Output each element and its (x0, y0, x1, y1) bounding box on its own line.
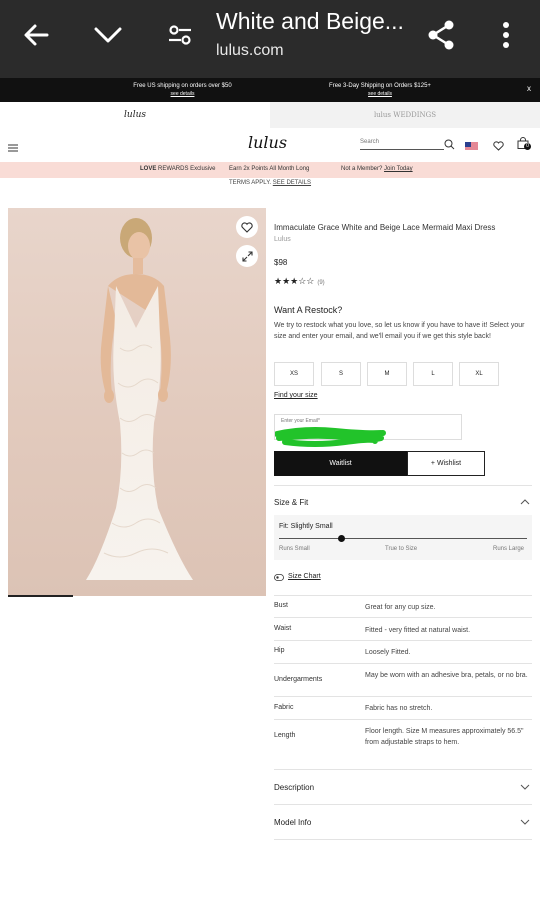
restock-title: Want A Restock? (274, 305, 343, 315)
size-fit-heading[interactable]: Size & Fit (274, 498, 308, 507)
size-option-xs[interactable]: XS (274, 362, 314, 386)
add-to-wishlist-button[interactable]: + Wishlist (407, 451, 485, 476)
rating-stars[interactable]: ★★★☆☆ (9) (274, 276, 532, 287)
hamburger-menu-icon[interactable] (8, 139, 18, 157)
see-details-link[interactable]: see details (310, 90, 450, 98)
us-flag-icon[interactable] (465, 138, 478, 156)
tab-lulus[interactable]: lulus (0, 102, 270, 128)
fit-scale-label-large: Runs Large (493, 546, 525, 552)
product-brand[interactable]: Lulus (274, 236, 532, 243)
brand-tabs: lulus lulus WEDDINGS (0, 102, 540, 128)
restock-description: We try to restock what you love, so let … (274, 322, 525, 340)
page-url: lulus.com (216, 42, 284, 59)
image-carousel-indicator (8, 595, 73, 597)
size-option-s[interactable]: S (321, 362, 361, 386)
terms-line: TERMS APPLY. SEE DETAILS (228, 180, 312, 186)
member-prompt: Not a Member? Join Today (341, 166, 413, 172)
page-title: White and Beige... (216, 8, 404, 34)
us-shipping-promo: Free US shipping on orders over $50 see … (110, 82, 255, 98)
search-icon[interactable] (444, 137, 455, 155)
tab-lulus-weddings[interactable]: lulus WEDDINGS (270, 102, 540, 128)
fit-label: Fit: Slightly Small (279, 523, 333, 530)
divider (274, 769, 532, 770)
wishlist-heart-icon[interactable] (493, 138, 504, 156)
divider (274, 640, 532, 641)
ruler-icon (274, 574, 284, 581)
rewards-banner: LOVE REWARDS Exclusive Earn 2x Points Al… (0, 162, 540, 178)
browser-toolbar: White and Beige... lulus.com (0, 0, 540, 78)
product-image[interactable] (8, 208, 266, 596)
fit-scale: Fit: Slightly Small Runs Small True to S… (274, 515, 532, 560)
chevron-down-icon[interactable] (520, 817, 530, 827)
more-menu-icon[interactable] (486, 18, 526, 52)
divider (274, 839, 532, 840)
site-logo[interactable]: lulus (248, 133, 287, 152)
divider (274, 804, 532, 805)
divider (274, 485, 532, 486)
express-shipping-promo: Free 3-Day Shipping on Orders $125+ see … (310, 82, 450, 98)
close-promo-button[interactable]: x (527, 84, 531, 93)
size-option-m[interactable]: M (367, 362, 407, 386)
divider (274, 719, 532, 720)
review-count: (9) (317, 280, 325, 286)
size-selector: XS S M L XL (274, 362, 504, 386)
page-settings-icon[interactable] (160, 18, 200, 52)
share-icon[interactable] (421, 18, 461, 52)
expand-image-icon[interactable] (236, 245, 258, 267)
shipping-promo-bar: Free US shipping on orders over $50 see … (0, 78, 540, 102)
rewards-offer: Earn 2x Points All Month Long (229, 166, 310, 172)
see-terms-link[interactable]: SEE DETAILS (273, 180, 311, 186)
waitlist-button[interactable]: Waitlist (274, 451, 407, 476)
divider (274, 617, 532, 618)
add-to-wishlist-heart-icon[interactable] (236, 216, 258, 238)
find-your-size-link[interactable]: Find your size (274, 392, 532, 399)
chevron-down-icon[interactable] (520, 782, 530, 792)
fit-scale-label-small: Runs Small (279, 546, 310, 552)
description-heading[interactable]: Description (274, 783, 314, 792)
rewards-label: LOVE REWARDS Exclusive (140, 166, 216, 172)
shopping-bag-icon[interactable]: 0 (517, 136, 531, 150)
divider (274, 663, 532, 664)
join-today-link[interactable]: Join Today (384, 166, 413, 172)
size-option-xl[interactable]: XL (459, 362, 499, 386)
back-arrow-icon[interactable] (16, 18, 56, 52)
size-option-l[interactable]: L (413, 362, 453, 386)
divider (274, 595, 532, 596)
product-price: $98 (274, 258, 288, 267)
site-header: lulus Search 0 (0, 128, 540, 160)
size-chart-link[interactable]: Size Chart (274, 573, 321, 581)
cart-count-badge: 0 (524, 143, 531, 150)
fit-scale-track (279, 538, 527, 539)
see-details-link[interactable]: see details (110, 90, 255, 98)
model-info-heading[interactable]: Model Info (274, 818, 311, 827)
search-input[interactable]: Search (360, 139, 444, 150)
chevron-down-icon[interactable] (88, 18, 128, 52)
fit-scale-label-true: True to Size (385, 546, 418, 552)
model-dress-illustration (86, 218, 193, 580)
fit-scale-marker (338, 535, 345, 542)
product-name: Immaculate Grace White and Beige Lace Me… (274, 223, 496, 232)
redaction-scribble (275, 427, 386, 447)
divider (274, 696, 532, 697)
chevron-up-icon[interactable] (520, 497, 530, 507)
